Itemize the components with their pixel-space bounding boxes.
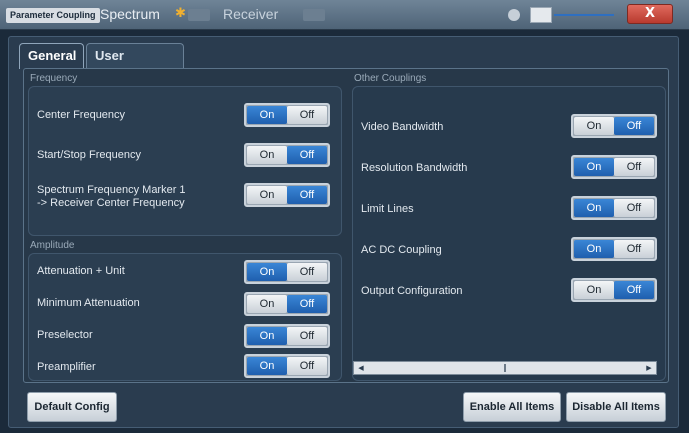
horizontal-scrollbar[interactable]: ◀ ▶ <box>353 361 657 375</box>
tab-general[interactable]: General <box>19 43 84 69</box>
preselector-toggle[interactable]: On Off <box>244 324 330 348</box>
ac-dc-coupling-toggle[interactable]: On Off <box>571 237 657 261</box>
status-icon <box>508 9 520 21</box>
preamplifier-toggle[interactable]: On Off <box>244 354 330 378</box>
tab-user-coupling[interactable]: User Coupling <box>86 43 184 87</box>
preselector-on[interactable]: On <box>247 327 287 345</box>
channel-tab-marker-2[interactable] <box>303 9 325 21</box>
default-config-button[interactable]: Default Config <box>27 392 117 422</box>
video-bandwidth-on[interactable]: On <box>574 117 614 135</box>
preamplifier-on[interactable]: On <box>247 357 287 375</box>
frequency-group: Center Frequency On Off Start/Stop Frequ… <box>28 86 342 236</box>
disable-all-items-button[interactable]: Disable All Items <box>566 392 666 422</box>
limit-lines-toggle[interactable]: On Off <box>571 196 657 220</box>
center-frequency-toggle[interactable]: On Off <box>244 103 330 127</box>
attenuation-unit-off[interactable]: Off <box>287 263 327 281</box>
preamplifier-off[interactable]: Off <box>287 357 327 375</box>
star-icon: ✱ <box>175 6 186 21</box>
ac-dc-coupling-on[interactable]: On <box>574 240 614 258</box>
preselector-off[interactable]: Off <box>287 327 327 345</box>
close-button[interactable]: X <box>627 4 673 24</box>
resolution-bandwidth-toggle[interactable]: On Off <box>571 155 657 179</box>
dialog-frame: General User Coupling Frequency Center F… <box>8 36 679 428</box>
scroll-left-icon[interactable]: ◀ <box>356 363 366 373</box>
start-stop-frequency-toggle[interactable]: On Off <box>244 143 330 167</box>
start-stop-frequency-off[interactable]: Off <box>287 146 327 164</box>
title-bar: Parameter Coupling Spectrum ✱ Receiver X <box>0 0 689 30</box>
minimum-attenuation-toggle[interactable]: On Off <box>244 292 330 316</box>
attenuation-unit-label: Attenuation + Unit <box>37 265 125 277</box>
dialog-title-badge: Parameter Coupling <box>6 8 100 23</box>
minimum-attenuation-off[interactable]: Off <box>287 295 327 313</box>
resolution-bandwidth-on[interactable]: On <box>574 158 614 176</box>
start-stop-frequency-on[interactable]: On <box>247 146 287 164</box>
attenuation-unit-toggle[interactable]: On Off <box>244 260 330 284</box>
channel-tab-receiver[interactable]: Receiver <box>223 6 278 22</box>
marker-coupling-label: Spectrum Frequency Marker 1 -> Receiver … <box>37 184 186 209</box>
amplitude-group: Attenuation + Unit On Off Minimum Attenu… <box>28 253 342 381</box>
channel-tab-spectrum[interactable]: Spectrum <box>100 6 160 22</box>
other-couplings-group-title: Other Couplings <box>354 73 427 84</box>
marker-coupling-on[interactable]: On <box>247 186 287 204</box>
resolution-bandwidth-label: Resolution Bandwidth <box>361 162 468 174</box>
other-couplings-group: Video Bandwidth On Off Resolution Bandwi… <box>352 86 666 381</box>
limit-lines-off[interactable]: Off <box>614 199 654 217</box>
video-bandwidth-toggle[interactable]: On Off <box>571 114 657 138</box>
attenuation-unit-on[interactable]: On <box>247 263 287 281</box>
start-stop-frequency-label: Start/Stop Frequency <box>37 149 141 161</box>
enable-all-items-button[interactable]: Enable All Items <box>463 392 561 422</box>
center-frequency-off[interactable]: Off <box>287 106 327 124</box>
amplitude-group-title: Amplitude <box>30 240 75 251</box>
video-bandwidth-off[interactable]: Off <box>614 117 654 135</box>
preselector-label: Preselector <box>37 329 93 341</box>
frequency-group-title: Frequency <box>30 73 78 84</box>
marker-coupling-toggle[interactable]: On Off <box>244 183 330 207</box>
marker-coupling-off[interactable]: Off <box>287 186 327 204</box>
channel-tab-marker[interactable] <box>188 9 210 21</box>
scroll-right-icon[interactable]: ▶ <box>644 363 654 373</box>
size-slider-handle[interactable] <box>530 7 552 23</box>
output-configuration-on[interactable]: On <box>574 281 614 299</box>
output-configuration-label: Output Configuration <box>361 285 463 297</box>
limit-lines-on[interactable]: On <box>574 199 614 217</box>
limit-lines-label: Limit Lines <box>361 203 414 215</box>
size-slider-track[interactable] <box>554 14 614 16</box>
resolution-bandwidth-off[interactable]: Off <box>614 158 654 176</box>
center-frequency-label: Center Frequency <box>37 109 126 121</box>
scrollbar-thumb[interactable] <box>504 364 506 372</box>
center-frequency-on[interactable]: On <box>247 106 287 124</box>
video-bandwidth-label: Video Bandwidth <box>361 121 444 133</box>
preamplifier-label: Preamplifier <box>37 361 96 373</box>
ac-dc-coupling-label: AC DC Coupling <box>361 244 442 256</box>
ac-dc-coupling-off[interactable]: Off <box>614 240 654 258</box>
output-configuration-off[interactable]: Off <box>614 281 654 299</box>
minimum-attenuation-label: Minimum Attenuation <box>37 297 140 309</box>
general-panel: Frequency Center Frequency On Off Start/… <box>23 68 669 383</box>
output-configuration-toggle[interactable]: On Off <box>571 278 657 302</box>
minimum-attenuation-on[interactable]: On <box>247 295 287 313</box>
